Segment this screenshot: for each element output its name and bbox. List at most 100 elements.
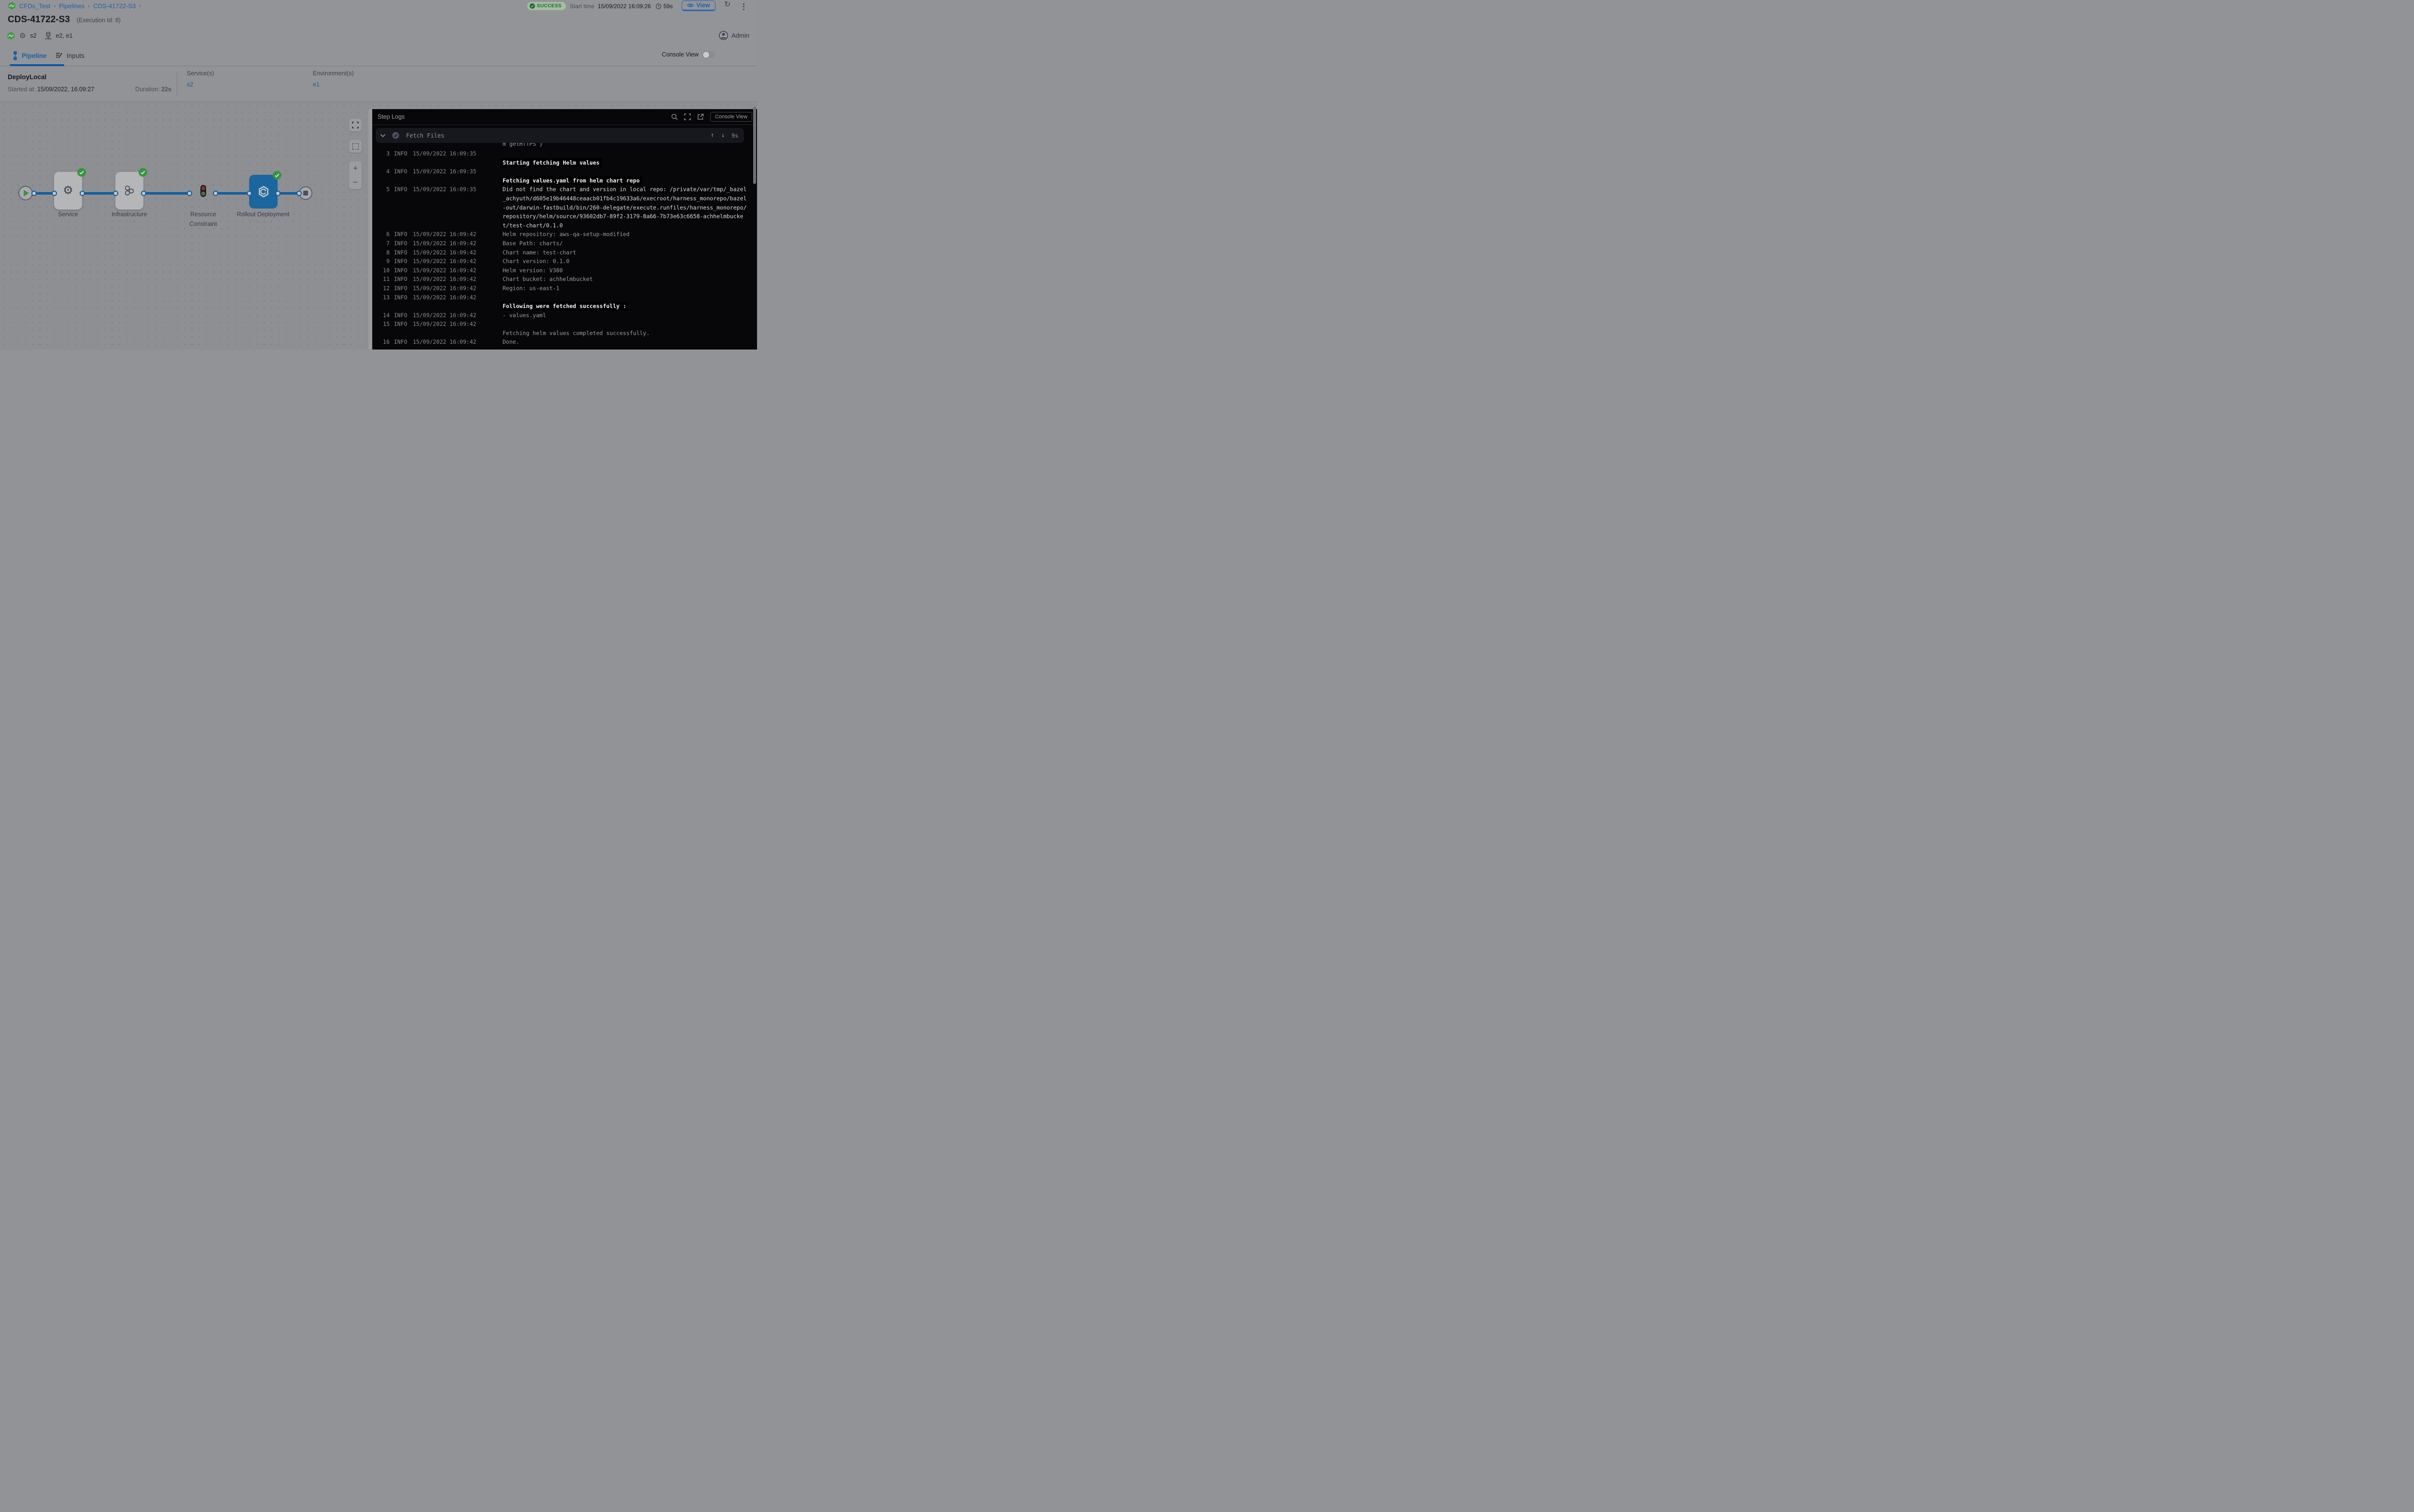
fit-icon <box>352 122 359 128</box>
log-row: 6INFO15/09/2022 16:09:42Helm repository:… <box>372 230 757 239</box>
step-duration: 9s <box>731 132 738 139</box>
infrastructure-success-badge <box>139 168 147 177</box>
log-row: 16INFO15/09/2022 16:09:42Done. <box>372 337 757 347</box>
user-avatar-icon <box>719 31 728 40</box>
connector-port <box>296 191 302 196</box>
user-name: Admin <box>731 32 749 39</box>
step-logs-title: Step Logs <box>378 113 405 120</box>
breadcrumb-project-link[interactable]: CFDs_Test <box>19 2 50 10</box>
stage-summary-bar: DeployLocal Started at: 15/09/2022, 16:0… <box>0 66 757 102</box>
log-row: 12INFO15/09/2022 16:09:42Region: us-east… <box>372 284 757 293</box>
refresh-icon[interactable]: ↻ <box>724 1 730 9</box>
fullscreen-icon[interactable] <box>684 113 691 120</box>
selection-icon <box>352 143 359 150</box>
title-block: CDS-41722-S3 (Execution Id: 8) <box>8 14 121 25</box>
log-section-fetch-files[interactable]: Fetch Files ↑ ↓ 9s <box>376 128 744 143</box>
top-header: CFDs_Test › Pipelines › CDS-41722-S3 › S… <box>0 0 757 45</box>
zoom-controls: + − <box>349 161 362 189</box>
stop-icon <box>303 191 308 196</box>
pipeline-start-node[interactable] <box>18 186 33 200</box>
tab-pipeline[interactable]: Pipeline <box>13 45 47 66</box>
node-label-infrastructure: Infrastructure <box>100 210 158 220</box>
console-view-button[interactable]: Console View <box>710 112 752 122</box>
tab-inputs[interactable]: Inputs <box>56 45 84 66</box>
fit-to-screen-button[interactable] <box>349 119 362 131</box>
open-in-new-icon[interactable] <box>697 113 704 120</box>
step-logs-header: Step Logs Console View <box>372 109 757 125</box>
green-light-icon <box>201 192 205 196</box>
drawer-resize-handle[interactable] <box>368 109 372 350</box>
node-service[interactable]: ⚙ <box>54 172 82 210</box>
scroll-down-icon[interactable]: ↓ <box>721 132 725 139</box>
log-row: 5INFO15/09/2022 16:09:35Did not find the… <box>372 185 757 230</box>
log-row: 8INFO15/09/2022 16:09:42Chart name: test… <box>372 248 757 257</box>
stage-started: Started at: 15/09/2022, 16:09:27 <box>8 86 94 93</box>
elapsed-time: 59s <box>656 3 673 10</box>
node-infrastructure[interactable] <box>115 172 143 210</box>
service-tag: s2 <box>30 32 36 39</box>
console-view-toggle[interactable] <box>702 52 715 58</box>
connector-line <box>278 192 299 195</box>
selection-mode-button[interactable] <box>349 140 362 153</box>
breadcrumb-separator: › <box>54 2 56 9</box>
search-icon[interactable] <box>671 113 678 120</box>
stage-duration: Duration: 22s <box>135 86 171 93</box>
status-badge-label: SUCCESS <box>537 3 561 9</box>
service-gear-icon: ⚙ <box>63 185 73 196</box>
zoom-in-button[interactable]: + <box>353 161 358 175</box>
log-row: 3INFO15/09/2022 16:09:35Starting fetchin… <box>372 149 757 167</box>
services-value-link[interactable]: s2 <box>187 81 214 88</box>
connector-port <box>141 191 146 196</box>
infrastructure-icon <box>123 184 136 197</box>
environments-value-link[interactable]: e1 <box>313 81 354 88</box>
service-success-badge <box>77 168 86 177</box>
rollout-icon <box>257 185 270 198</box>
log-row: 10INFO15/09/2022 16:09:42Helm version: V… <box>372 266 757 275</box>
clock-icon <box>656 3 661 9</box>
connector-port <box>80 191 85 196</box>
log-scrollbar-thumb[interactable] <box>753 107 756 184</box>
play-icon <box>24 190 29 196</box>
console-view-toggle-group: Console View <box>662 51 715 58</box>
log-row: 14INFO15/09/2022 16:09:42- values.yaml <box>372 311 757 320</box>
execution-meta-row: ⚙ s2 e2, e1 <box>7 31 72 41</box>
node-label-resource-constraint: Resource Constraint <box>179 210 227 229</box>
connector-line <box>82 192 115 195</box>
environments-label: Environment(s) <box>313 70 354 77</box>
log-output[interactable]: m getHTTPS } 3INFO15/09/2022 16:09:35Sta… <box>372 143 757 350</box>
red-light-icon <box>201 186 205 190</box>
log-section-name: Fetch Files <box>406 132 444 139</box>
more-options-menu-icon[interactable] <box>740 2 747 11</box>
console-view-label: Console View <box>662 51 699 58</box>
node-label-service: Service <box>39 210 97 220</box>
zoom-out-button[interactable]: − <box>353 175 358 189</box>
node-resource-constraint[interactable] <box>200 185 206 197</box>
view-button-label: View <box>696 2 710 9</box>
connector-port <box>247 191 252 196</box>
harness-module-icon <box>7 31 15 40</box>
stage-started-value: 15/09/2022, 16:09:27 <box>37 86 94 93</box>
tab-bar: Pipeline Inputs Console View <box>0 45 757 66</box>
success-check-icon <box>530 3 535 9</box>
breadcrumb-pipelines-link[interactable]: Pipelines <box>59 2 84 10</box>
breadcrumb-row: CFDs_Test › Pipelines › CDS-41722-S3 › S… <box>0 0 757 13</box>
tab-inputs-label: Inputs <box>67 52 84 59</box>
breadcrumb: CFDs_Test › Pipelines › CDS-41722-S3 › <box>8 1 141 10</box>
user-menu[interactable]: Admin <box>719 31 749 40</box>
page-title: CDS-41722-S3 <box>8 14 70 25</box>
status-badge: SUCCESS <box>527 2 566 10</box>
start-time-label: Start time <box>570 3 594 10</box>
chevron-down-icon <box>380 134 386 138</box>
breadcrumb-separator: › <box>139 2 141 9</box>
breadcrumb-pipeline-link[interactable]: CDS-41722-S3 <box>93 2 136 10</box>
node-label-rollout-deployment: Rollout Deployment <box>234 210 292 220</box>
connector-port <box>113 191 118 196</box>
view-button[interactable]: View <box>682 0 716 11</box>
stage-duration-value: 22s <box>161 86 171 93</box>
start-time-value: 15/09/2022 16:09:26 <box>598 3 651 10</box>
connector-port <box>275 191 281 196</box>
step-logs-drawer: Step Logs Console View Fetch Files ↑ ↓ 9… <box>372 109 757 350</box>
stage-environments: Environment(s) e1 <box>313 70 354 88</box>
scroll-up-icon[interactable]: ↑ <box>710 132 714 139</box>
node-rollout-deployment[interactable] <box>249 175 278 209</box>
